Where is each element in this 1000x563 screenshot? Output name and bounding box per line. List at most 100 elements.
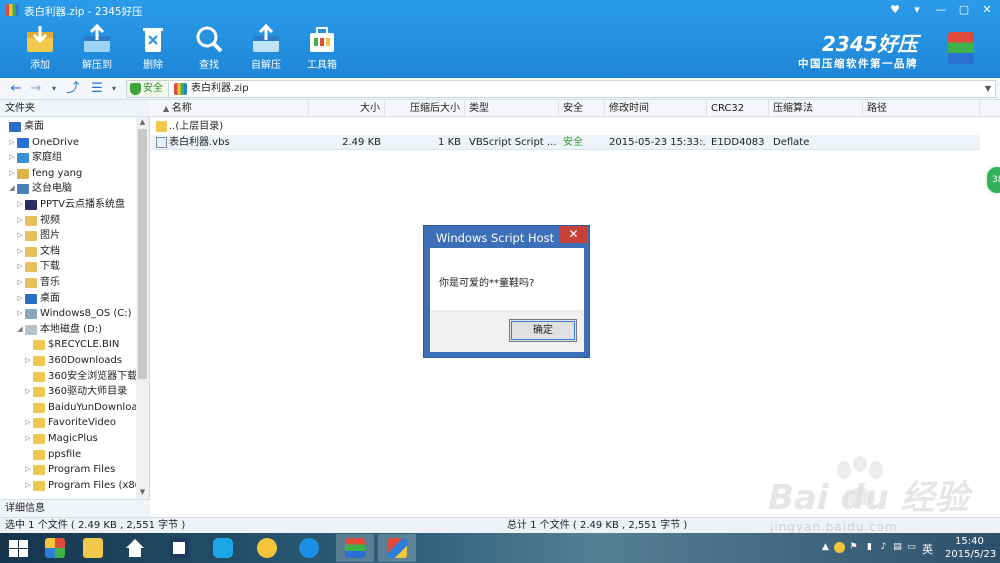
taskbar-script-host[interactable]	[378, 534, 416, 562]
tree-item[interactable]: ◢ 本地磁盘 (D:)	[0, 322, 136, 338]
tree-item[interactable]: ▷ Program Files (x86)	[0, 478, 136, 494]
expand-arrow-icon[interactable]: ▷	[16, 306, 24, 322]
signal-icon[interactable]: ▮	[864, 542, 875, 553]
clock-time[interactable]: 15:40	[955, 536, 984, 547]
skin-icon[interactable]: ♥	[884, 2, 906, 18]
taskbar-app-yellow[interactable]	[248, 534, 286, 562]
extract-to-button[interactable]: 解压到	[71, 22, 123, 74]
tree-scroll-thumb[interactable]	[138, 129, 147, 379]
expand-arrow-icon[interactable]: ▷	[24, 384, 32, 400]
tree-item[interactable]: ▷ OneDrive	[0, 135, 136, 151]
up-folder-icon[interactable]: ⤴	[64, 81, 82, 97]
tree-item[interactable]: ▷ MagicPlus	[0, 431, 136, 447]
taskbar-pptv[interactable]	[204, 534, 242, 562]
network-icon[interactable]: ▤	[892, 542, 903, 553]
delete-button[interactable]: 删除	[127, 22, 179, 74]
taskbar-haozip[interactable]	[336, 534, 374, 562]
col-size[interactable]: 大小	[309, 100, 385, 117]
expand-arrow-icon[interactable]: ▷	[24, 415, 32, 431]
col-method[interactable]: 压缩算法	[769, 100, 863, 117]
col-path[interactable]: 路径	[863, 100, 980, 117]
back-arrow-icon[interactable]: ←	[8, 81, 24, 97]
tree-item[interactable]: BaiduYunDownload	[0, 400, 136, 416]
view-list-icon[interactable]: ☰	[88, 81, 106, 97]
tray-app-icon[interactable]	[834, 542, 845, 553]
menu-dropdown-icon[interactable]: ▾	[906, 2, 928, 18]
tree-item[interactable]: ▷ Program Files	[0, 462, 136, 478]
expand-arrow-icon[interactable]: ▷	[8, 135, 16, 151]
tree-item[interactable]: 360安全浏览器下载	[0, 369, 136, 385]
add-button[interactable]: 添加	[14, 22, 66, 74]
tree-item[interactable]: ppsfile	[0, 447, 136, 463]
tree-item[interactable]: ▷ 家庭组	[0, 150, 136, 166]
tree-item[interactable]: ▷ 视频	[0, 213, 136, 229]
show-hidden-icon[interactable]: ▲	[820, 542, 831, 553]
col-packed[interactable]: 压缩后大小	[385, 100, 465, 117]
expand-arrow-icon[interactable]: ▷	[16, 291, 24, 307]
clock-date[interactable]: 2015/5/23	[945, 549, 996, 560]
expand-arrow-icon[interactable]: ▷	[24, 478, 32, 494]
col-modified[interactable]: 修改时间	[605, 100, 707, 117]
address-dropdown-icon[interactable]: ▼	[985, 81, 991, 97]
tree-item[interactable]: ▷ 下载	[0, 259, 136, 275]
tree-item[interactable]: ▷ 文档	[0, 244, 136, 260]
forward-arrow-icon[interactable]: →	[28, 81, 44, 97]
address-field[interactable]: 安全 表白利器.zip ▼	[126, 80, 996, 98]
tree-item[interactable]: ▷ PPTV云点播系统盘	[0, 197, 136, 213]
search-button[interactable]: 查找	[183, 22, 235, 74]
expand-arrow-icon[interactable]: ▷	[16, 197, 24, 213]
scroll-down-icon[interactable]: ▼	[136, 487, 149, 497]
tree-item[interactable]: ◢ 这台电脑	[0, 181, 136, 197]
tree-item[interactable]: 桌面	[0, 119, 136, 135]
battery-icon[interactable]: ▭	[906, 542, 917, 553]
table-row[interactable]: 表白利器.vbs 2.49 KB 1 KB VBScript Script ..…	[151, 135, 980, 150]
tree-scrollbar[interactable]: ▲ ▼	[136, 117, 149, 499]
tree-item[interactable]: ▷ 图片	[0, 228, 136, 244]
start-button[interactable]	[0, 534, 38, 562]
history-dropdown-icon[interactable]: ▾	[48, 81, 60, 97]
self-extract-button[interactable]: 自解压	[240, 22, 292, 74]
expand-arrow-icon[interactable]: ◢	[16, 322, 24, 338]
expand-arrow-icon[interactable]: ▷	[24, 462, 32, 478]
expand-arrow-icon[interactable]: ◢	[8, 181, 16, 197]
tree-item[interactable]: ▷ 桌面	[0, 291, 136, 307]
expand-arrow-icon[interactable]: ▷	[16, 259, 24, 275]
expand-arrow-icon[interactable]: ▷	[16, 275, 24, 291]
table-row[interactable]: ..(上层目录)	[151, 119, 980, 134]
expand-arrow-icon[interactable]: ▷	[8, 166, 16, 182]
ok-button[interactable]: 确定	[509, 319, 577, 342]
col-safe[interactable]: 安全	[559, 100, 605, 117]
col-crc[interactable]: CRC32	[707, 100, 769, 117]
close-button[interactable]: ✕	[976, 2, 998, 18]
minimize-button[interactable]: —	[930, 2, 952, 18]
taskbar-home[interactable]	[116, 534, 154, 562]
col-name[interactable]: ▲ 名称	[151, 100, 309, 117]
tree-item[interactable]: ▷ 360Downloads	[0, 353, 136, 369]
view-dropdown-icon[interactable]: ▾	[108, 81, 120, 97]
taskbar-app-box[interactable]	[160, 534, 198, 562]
tree-item[interactable]: ▷ FavoriteVideo	[0, 415, 136, 431]
expand-arrow-icon[interactable]: ▷	[8, 150, 16, 166]
col-type[interactable]: 类型	[465, 100, 559, 117]
dialog-close-button[interactable]: ✕	[560, 226, 587, 243]
flag-icon[interactable]: ⚑	[848, 542, 859, 553]
details-header[interactable]: 详细信息	[0, 499, 150, 517]
expand-arrow-icon[interactable]: ▷	[16, 228, 24, 244]
tree-item[interactable]: ▷ Windows8_OS (C:)	[0, 306, 136, 322]
volume-icon[interactable]: ♪	[878, 542, 889, 553]
expand-arrow-icon[interactable]: ▷	[24, 353, 32, 369]
scroll-up-icon[interactable]: ▲	[136, 117, 149, 127]
tree-item[interactable]: ▷ 音乐	[0, 275, 136, 291]
side-float-badge[interactable]: 38	[985, 165, 1000, 195]
tree-item[interactable]: ▷ 360驱动大师目录	[0, 384, 136, 400]
taskbar-explorer[interactable]	[74, 534, 112, 562]
expand-arrow-icon[interactable]: ▷	[24, 431, 32, 447]
taskbar-app-colorful[interactable]	[36, 534, 74, 562]
expand-arrow-icon[interactable]: ▷	[16, 244, 24, 260]
toolbox-button[interactable]: 工具箱	[296, 22, 348, 74]
taskbar-ie[interactable]	[290, 534, 328, 562]
ime-indicator[interactable]: 英	[922, 541, 933, 557]
tree-item[interactable]: ▷ feng yang	[0, 166, 136, 182]
expand-arrow-icon[interactable]: ▷	[16, 213, 24, 229]
maximize-button[interactable]: ▢	[953, 2, 975, 18]
